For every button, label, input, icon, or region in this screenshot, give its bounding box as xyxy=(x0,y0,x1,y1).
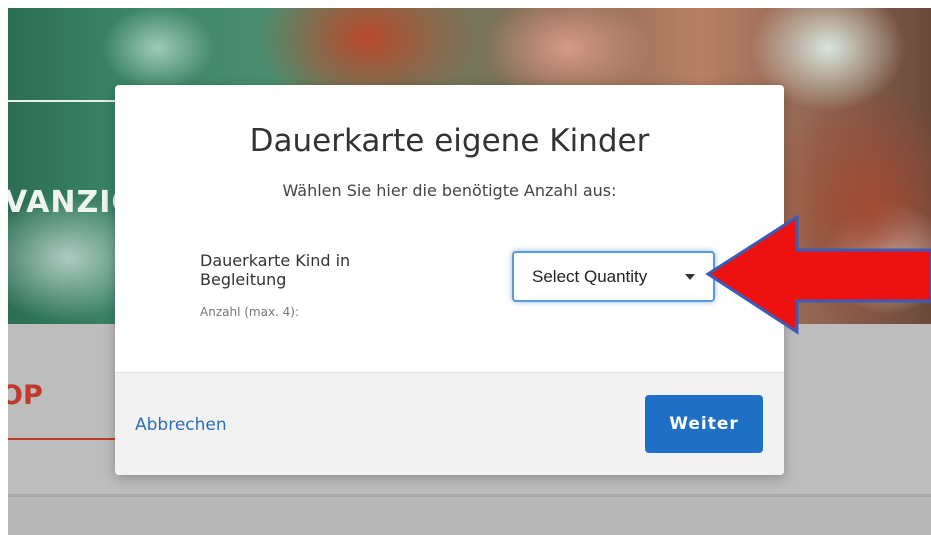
hero-divider xyxy=(8,100,120,102)
dialog-title: Dauerkarte eigene Kinder xyxy=(249,123,650,159)
caret-down-icon xyxy=(685,273,695,280)
dialog-subtitle: Wählen Sie hier die benötigte Anzahl aus… xyxy=(282,181,617,200)
cancel-link[interactable]: Abbrechen xyxy=(135,415,227,435)
ticket-type-label: Dauerkarte Kind in Begleitung xyxy=(200,251,351,289)
quantity-dialog: Dauerkarte eigene Kinder Wählen Sie hier… xyxy=(115,85,784,475)
dialog-footer: Abbrechen Weiter xyxy=(115,372,784,475)
quantity-select-value: Select Quantity xyxy=(532,266,648,286)
shop-tab-underline xyxy=(8,438,128,440)
continue-button[interactable]: Weiter xyxy=(645,395,763,453)
page-bottom xyxy=(8,497,931,535)
quantity-hint: Anzahl (max. 4): xyxy=(200,305,300,319)
shop-tab-label: OP xyxy=(8,380,43,411)
quantity-select[interactable]: Select Quantity xyxy=(512,251,715,302)
red-arrow-left-icon xyxy=(705,215,931,335)
